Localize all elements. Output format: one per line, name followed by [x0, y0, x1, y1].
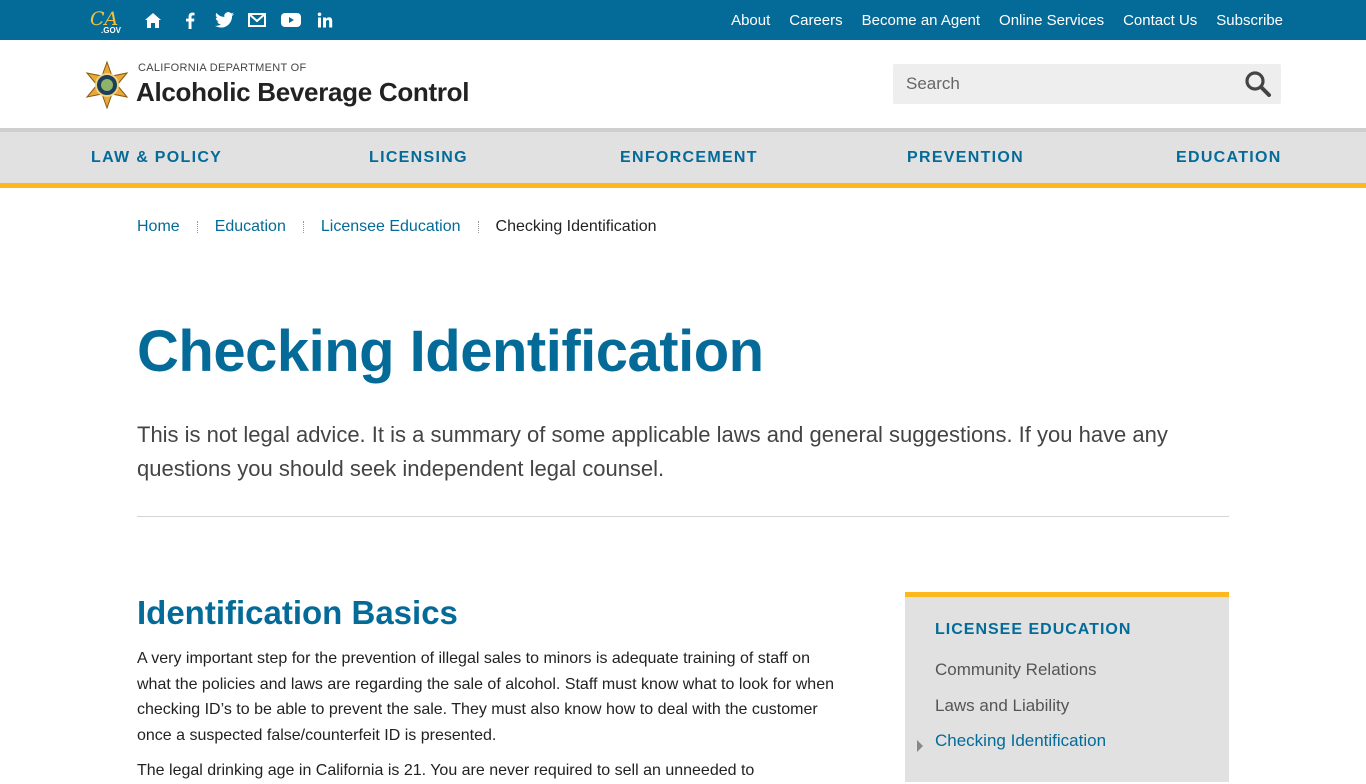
utility-link-online-services[interactable]: Online Services	[999, 12, 1104, 29]
utility-links: About Careers Become an Agent Online Ser…	[731, 0, 1283, 40]
side-nav: LICENSEE EDUCATION Community Relations L…	[905, 592, 1229, 782]
email-icon[interactable]	[247, 9, 267, 31]
facebook-icon[interactable]	[182, 9, 198, 31]
logo-department-text: CALIFORNIA DEPARTMENT OF	[138, 62, 307, 74]
nav-item-law-policy[interactable]: LAW & POLICY	[91, 149, 222, 167]
utility-link-about[interactable]: About	[731, 12, 770, 29]
search-input[interactable]	[893, 64, 1233, 104]
search-box	[893, 64, 1281, 104]
home-icon[interactable]	[143, 9, 163, 31]
utility-link-become-an-agent[interactable]: Become an Agent	[862, 12, 980, 29]
breadcrumb-separator	[477, 221, 479, 233]
linkedin-icon[interactable]	[316, 9, 334, 31]
breadcrumb-education[interactable]: Education	[215, 218, 286, 236]
section-title: Identification Basics	[137, 594, 458, 631]
lead-paragraph: This is not legal advice. It is a summar…	[137, 422, 1168, 481]
ca-gov-logo-suffix: .GOV	[101, 26, 122, 35]
utility-link-contact-us[interactable]: Contact Us	[1123, 12, 1197, 29]
breadcrumb-home[interactable]: Home	[137, 218, 180, 236]
page-title: Checking Identification	[137, 319, 764, 384]
utility-bar: CA .GOV About Careers Become an Agent Onl…	[0, 0, 1366, 40]
utility-link-subscribe[interactable]: Subscribe	[1216, 12, 1283, 29]
divider	[137, 516, 1229, 517]
breadcrumb-separator	[302, 221, 304, 233]
logo-agency-name: Alcoholic Beverage Control	[136, 77, 470, 107]
breadcrumb-current: Checking Identification	[495, 218, 657, 235]
nav-item-education[interactable]: EDUCATION	[1176, 149, 1282, 167]
badge-star-icon	[85, 61, 129, 109]
side-nav-item-laws-and-liability[interactable]: Laws and Liability	[935, 696, 1069, 716]
ca-gov-logo[interactable]: CA .GOV	[90, 9, 126, 35]
utility-link-careers[interactable]: Careers	[789, 12, 842, 29]
nav-item-licensing[interactable]: LICENSING	[369, 149, 468, 167]
side-nav-item-community-relations[interactable]: Community Relations	[935, 660, 1097, 680]
main-nav: LAW & POLICY LICENSING ENFORCEMENT PREVE…	[0, 128, 1366, 188]
caret-right-icon	[917, 740, 923, 752]
nav-item-enforcement[interactable]: ENFORCEMENT	[620, 149, 758, 167]
search-icon	[1245, 71, 1271, 97]
body-paragraph-2: The legal drinking age in California is …	[137, 762, 755, 779]
youtube-icon[interactable]	[280, 9, 302, 31]
side-nav-title: LICENSEE EDUCATION	[935, 621, 1132, 638]
site-header: CALIFORNIA DEPARTMENT OF Alcoholic Bever…	[0, 40, 1366, 128]
nav-item-prevention[interactable]: PREVENTION	[907, 149, 1024, 167]
breadcrumb: Home Education Licensee Education Checki…	[137, 218, 657, 236]
breadcrumb-licensee-education[interactable]: Licensee Education	[321, 218, 461, 236]
twitter-icon[interactable]	[213, 9, 235, 31]
breadcrumb-separator	[196, 221, 198, 233]
search-button[interactable]	[1243, 70, 1273, 98]
body-paragraph: A very important step for the prevention…	[137, 650, 834, 744]
side-nav-item-checking-identification[interactable]: Checking Identification	[935, 731, 1106, 751]
